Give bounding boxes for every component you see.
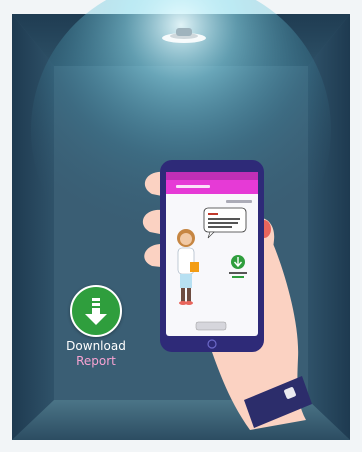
download-label[interactable]: Download Report bbox=[58, 339, 134, 369]
download-arrow-icon bbox=[85, 298, 107, 325]
download-report-cta[interactable]: Download Report bbox=[58, 285, 134, 369]
download-text: Download bbox=[66, 339, 126, 353]
scene: Download Report bbox=[0, 0, 362, 452]
phone-status-bar bbox=[166, 172, 258, 180]
report-text: Report bbox=[76, 354, 116, 368]
download-button[interactable] bbox=[70, 285, 122, 337]
room-illustration bbox=[0, 0, 362, 452]
phone-bottom-button bbox=[195, 321, 227, 331]
